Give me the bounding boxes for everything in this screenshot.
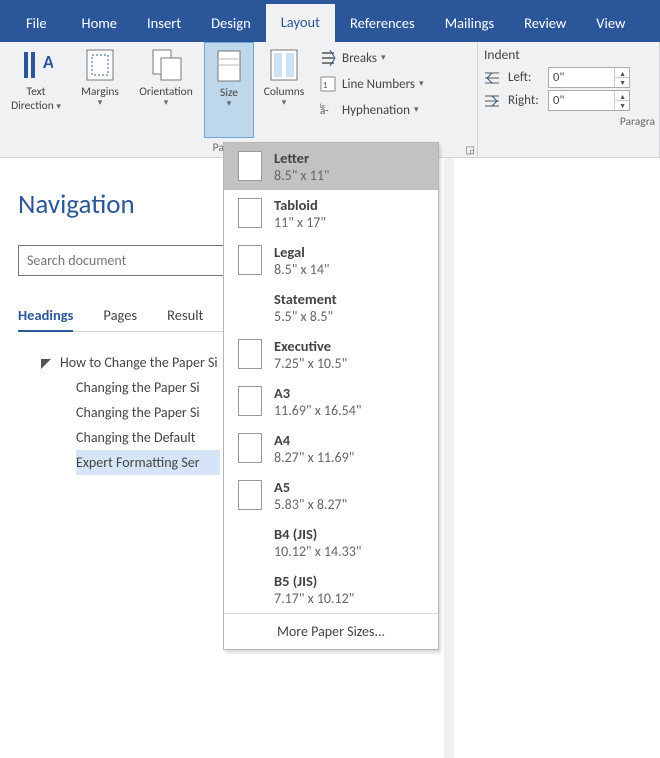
line-numbers-button[interactable]: 1 Line Numbers ▾	[320, 72, 424, 96]
outline-item-selected[interactable]: Expert Formatting Ser	[76, 450, 220, 475]
indent-left-input[interactable]: 0"▲▼	[548, 67, 630, 88]
tab-references[interactable]: References	[335, 6, 430, 42]
size-option[interactable]: B4 (JIS)10.12" x 14.33"	[224, 519, 438, 566]
tab-file[interactable]: File	[6, 6, 67, 42]
size-option[interactable]: B5 (JIS)7.17" x 10.12"	[224, 566, 438, 613]
orientation-button[interactable]: Orientation ▾	[128, 42, 204, 138]
size-option[interactable]: Executive7.25" x 10.5"	[224, 331, 438, 378]
size-name: Tabloid	[274, 196, 326, 214]
more-paper-sizes[interactable]: More Paper Sizes...	[224, 613, 438, 649]
document-area	[444, 158, 454, 758]
svg-text:1: 1	[323, 80, 328, 91]
indent-left-icon	[484, 71, 502, 85]
page-thumb-icon	[238, 245, 262, 275]
size-dims: 7.17" x 10.12"	[274, 590, 354, 607]
columns-button[interactable]: Columns ▾	[254, 42, 314, 138]
page-thumb-icon	[238, 339, 262, 369]
svg-text:A: A	[43, 51, 53, 73]
size-dims: 8.27" x 11.69"	[274, 449, 354, 466]
page-setup-launcher[interactable]: ◲	[466, 143, 475, 156]
size-option[interactable]: Statement5.5" x 8.5"	[224, 284, 438, 331]
size-dims: 5.83" x 8.27"	[274, 496, 347, 513]
size-option[interactable]: A48.27" x 11.69"	[224, 425, 438, 472]
right-label: Right:	[508, 93, 542, 108]
size-name: B4 (JIS)	[274, 525, 361, 543]
text-direction-button[interactable]: A TextDirection ▾	[0, 42, 72, 138]
nav-tab-pages[interactable]: Pages	[103, 306, 137, 332]
size-dims: 5.5" x 8.5"	[274, 308, 337, 325]
tab-mailings[interactable]: Mailings	[430, 6, 509, 42]
size-name: Executive	[274, 337, 347, 355]
size-name: Legal	[274, 243, 330, 261]
page-setup-small: Breaks ▾ 1 Line Numbers ▾ a-bc Hyphenati…	[314, 42, 430, 122]
size-option[interactable]: A55.83" x 8.27"	[224, 472, 438, 519]
size-name: A4	[274, 431, 354, 449]
left-label: Left:	[508, 70, 542, 85]
size-name: Letter	[274, 149, 330, 167]
size-menu: Letter8.5" x 11"Tabloid11" x 17"Legal8.5…	[223, 142, 439, 650]
page-thumb-icon	[238, 198, 262, 228]
margins-icon	[83, 48, 117, 82]
tab-review[interactable]: Review	[509, 6, 581, 42]
size-name: B5 (JIS)	[274, 572, 354, 590]
tab-layout[interactable]: Layout	[266, 4, 335, 42]
hyphenation-button[interactable]: a-bc Hyphenation ▾	[320, 98, 424, 122]
indent-right-input[interactable]: 0"▲▼	[548, 90, 630, 111]
size-name: Statement	[274, 290, 337, 308]
size-option[interactable]: Legal8.5" x 14"	[224, 237, 438, 284]
columns-icon	[267, 48, 301, 82]
size-button[interactable]: Size ▾	[204, 42, 254, 138]
size-option[interactable]: Letter8.5" x 11"	[224, 143, 438, 190]
size-name: A5	[274, 478, 347, 496]
text-direction-icon: A	[19, 48, 53, 82]
tab-design[interactable]: Design	[196, 6, 266, 42]
tab-home[interactable]: Home	[67, 6, 132, 42]
page-thumb-icon	[238, 433, 262, 463]
indent-right-icon	[484, 94, 502, 108]
tab-insert[interactable]: Insert	[132, 6, 196, 42]
size-option[interactable]: A311.69" x 16.54"	[224, 378, 438, 425]
size-name: A3	[274, 384, 361, 402]
paragraph-label: Paragra	[478, 113, 659, 131]
collapse-icon[interactable]	[41, 359, 51, 369]
margins-button[interactable]: Margins ▾	[72, 42, 128, 138]
size-dims: 10.12" x 14.33"	[274, 543, 361, 560]
nav-tab-headings[interactable]: Headings	[18, 306, 73, 332]
nav-tab-results[interactable]: Result	[167, 306, 203, 332]
line-numbers-icon: 1	[320, 76, 338, 92]
hyphenation-icon: a-bc	[320, 102, 338, 118]
ribbon: A TextDirection ▾ Margins ▾ Orientation …	[0, 42, 660, 158]
page-thumb-icon	[238, 151, 262, 181]
breaks-icon	[320, 50, 338, 66]
size-dims: 11" x 17"	[274, 214, 326, 231]
breaks-button[interactable]: Breaks ▾	[320, 46, 424, 70]
size-icon	[212, 49, 246, 83]
page-thumb-icon	[238, 386, 262, 416]
orientation-icon	[149, 48, 183, 82]
size-option[interactable]: Tabloid11" x 17"	[224, 190, 438, 237]
page-thumb-icon	[238, 480, 262, 510]
size-dims: 8.5" x 14"	[274, 261, 330, 278]
size-dims: 8.5" x 11"	[274, 167, 330, 184]
indent-label: Indent	[484, 46, 653, 63]
tab-view[interactable]: View	[581, 6, 640, 42]
svg-text:bc: bc	[320, 102, 326, 110]
app-tabs: File Home Insert Design Layout Reference…	[0, 0, 660, 42]
size-dims: 7.25" x 10.5"	[274, 355, 347, 372]
size-dims: 11.69" x 16.54"	[274, 402, 361, 419]
